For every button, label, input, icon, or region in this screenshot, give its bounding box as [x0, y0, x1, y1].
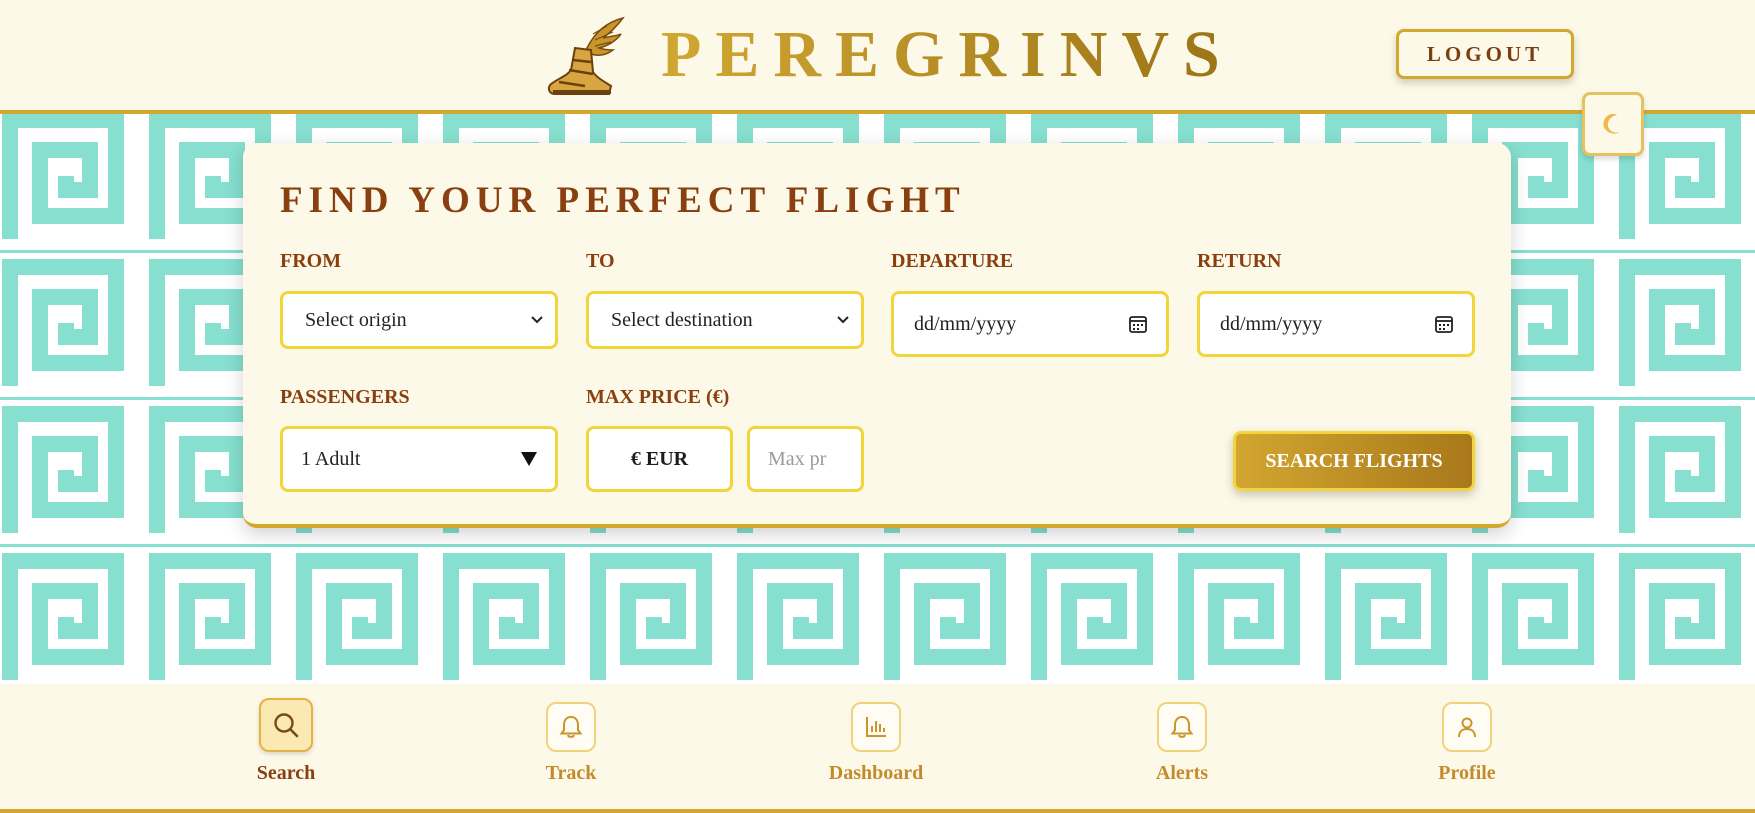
nav-item-alerts[interactable]: Alerts	[1142, 702, 1222, 785]
return-date-input[interactable]: dd/mm/yyyy	[1197, 291, 1475, 357]
nav-label-search: Search	[256, 762, 316, 784]
triangle-down-icon	[521, 452, 537, 466]
destination-select-value: Select destination	[611, 308, 753, 331]
passengers-select[interactable]: 1 Adult	[280, 426, 558, 492]
user-icon	[1442, 702, 1492, 752]
nav-item-track[interactable]: Track	[531, 702, 611, 785]
app-header: PEREGRINVS LOGOUT	[0, 0, 1755, 114]
bell-icon	[546, 702, 596, 752]
departure-date-value: dd/mm/yyyy	[914, 312, 1017, 335]
nav-label-dashboard: Dashboard	[828, 762, 924, 784]
brand-name: PEREGRINVS	[661, 18, 1234, 91]
nav-item-search[interactable]: Search	[246, 698, 326, 785]
winged-sandal-icon	[547, 16, 625, 95]
origin-select[interactable]: Select origin	[280, 291, 558, 349]
search-flights-button[interactable]: SEARCH FLIGHTS	[1233, 431, 1475, 491]
max-price-label: MAX PRICE (€)	[586, 386, 730, 408]
bell-icon	[1157, 702, 1207, 752]
brand-logo[interactable]: PEREGRINVS	[545, 10, 1234, 100]
flight-search-card: FIND YOUR PERFECT FLIGHT FROM Select ori…	[243, 143, 1511, 528]
theme-toggle-button[interactable]	[1582, 92, 1644, 156]
currency-select[interactable]: € EUR	[586, 426, 733, 492]
origin-select-value: Select origin	[305, 308, 407, 331]
chevron-down-icon	[837, 316, 849, 324]
nav-label-track: Track	[545, 762, 597, 784]
max-price-input[interactable]: Max pr	[747, 426, 864, 492]
destination-select[interactable]: Select destination	[586, 291, 864, 349]
bottom-nav: Search Track Dashboard Alerts Profile	[0, 684, 1755, 813]
nav-item-dashboard[interactable]: Dashboard	[816, 702, 936, 785]
moon-icon	[1603, 114, 1620, 134]
departure-label: DEPARTURE	[891, 250, 1014, 272]
bar-chart-icon	[851, 702, 901, 752]
from-label: FROM	[280, 250, 342, 272]
return-label: RETURN	[1197, 250, 1282, 272]
nav-item-profile[interactable]: Profile	[1427, 702, 1507, 785]
logout-button[interactable]: LOGOUT	[1396, 29, 1574, 79]
search-icon	[259, 698, 313, 752]
nav-label-profile: Profile	[1438, 762, 1496, 784]
passengers-label: PASSENGERS	[280, 386, 410, 408]
nav-label-alerts: Alerts	[1155, 762, 1209, 784]
search-title: FIND YOUR PERFECT FLIGHT	[280, 180, 966, 221]
return-date-value: dd/mm/yyyy	[1220, 312, 1323, 335]
to-label: TO	[586, 250, 615, 272]
passengers-value: 1 Adult	[301, 447, 361, 470]
calendar-icon[interactable]	[1128, 314, 1148, 334]
chevron-down-icon	[531, 316, 543, 324]
calendar-icon[interactable]	[1434, 314, 1454, 334]
departure-date-input[interactable]: dd/mm/yyyy	[891, 291, 1169, 357]
